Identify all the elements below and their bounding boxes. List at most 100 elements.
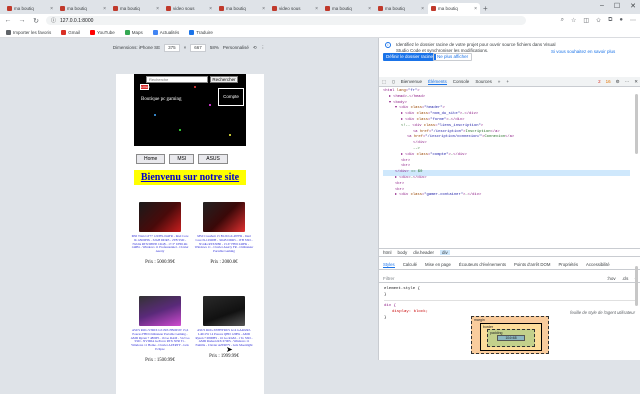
search-button[interactable]: Rechercher	[210, 76, 238, 83]
bookmark-item[interactable]: Traduire	[189, 29, 213, 35]
nav-link-msi[interactable]: MSI	[169, 154, 195, 164]
nav-link-home[interactable]: Home	[136, 154, 166, 164]
browser-tab[interactable]: ma boutiq ×	[4, 3, 56, 14]
tab-console[interactable]: Console	[453, 79, 470, 84]
browser-tab[interactable]: ma boutiq ×	[216, 3, 268, 14]
rotate-icon[interactable]: ⟲	[253, 45, 257, 51]
hov-toggle[interactable]: :hov	[607, 276, 616, 281]
split-icon[interactable]: ◫	[583, 17, 589, 24]
close-tab-icon[interactable]: ×	[50, 6, 53, 12]
new-tab-button[interactable]: +	[483, 4, 488, 13]
search-input[interactable]: Recherche	[146, 76, 208, 83]
browser-tab[interactable]: ma boutiq ×	[428, 3, 480, 14]
set-root-folder-button[interactable]: Définir le dossier racine	[383, 53, 437, 61]
maximize-icon[interactable]: ☐	[614, 2, 620, 10]
close-tab-icon[interactable]: ×	[103, 6, 106, 12]
bookmark-item[interactable]: Actualités	[152, 29, 179, 35]
favorites-icon[interactable]: ✩	[596, 17, 601, 24]
close-tab-icon[interactable]: ×	[315, 6, 318, 12]
minimize-icon[interactable]: –	[600, 2, 604, 10]
device-icon[interactable]: ▯	[392, 79, 394, 85]
laptop-image[interactable]	[203, 296, 245, 326]
close-tab-icon[interactable]: ×	[209, 6, 212, 12]
product-card[interactable]: ASUS ROG ZEPHYRUS G14 GA402RJ-L4011W 14 …	[194, 296, 254, 359]
warning-count[interactable]: 16	[606, 79, 611, 84]
styles-tab[interactable]: Accessibilité	[586, 262, 610, 267]
breadcrumb-item[interactable]: body	[398, 250, 408, 255]
profile-icon[interactable]: ●	[619, 17, 623, 24]
bookmark-item[interactable]: YouTube	[90, 29, 115, 35]
close-tab-icon[interactable]: ×	[421, 6, 424, 12]
menu-icon[interactable]: ⋯	[630, 17, 636, 24]
learn-more-link[interactable]: Si vous souhaitez en savoir plus	[551, 49, 615, 54]
dom-tree[interactable]: <html lang="fr"> ▸ <head>…</head> ▾ <body>…	[379, 88, 634, 246]
collections-icon[interactable]: ⧉	[608, 17, 612, 24]
dont-show-again-button[interactable]: Ne plus afficher	[433, 53, 473, 61]
close-tab-icon[interactable]: ×	[262, 6, 265, 12]
close-tab-icon[interactable]: ×	[474, 6, 477, 12]
styles-tab[interactable]: Calculé	[403, 262, 417, 267]
more-tabs-icon[interactable]: »	[498, 79, 501, 84]
bookmark-item[interactable]: Maps	[124, 29, 143, 35]
height-input[interactable]: 667	[190, 43, 206, 52]
bookmark-item[interactable]: Importer les favoris	[6, 29, 51, 35]
account-button[interactable]: Compte	[218, 88, 244, 106]
tab-elements[interactable]: Éléments	[428, 79, 447, 85]
breadcrumb-item[interactable]: div	[439, 250, 450, 255]
styles-tab[interactable]: Points d'arrêt DOM	[514, 262, 550, 267]
breadcrumb-item[interactable]: html	[383, 250, 392, 255]
settings-icon[interactable]: ⚙	[616, 79, 620, 85]
product-card[interactable]: MSI Crosshair 15 B12UGZ-487FR - Intel Co…	[194, 202, 254, 265]
browser-tab[interactable]: video sous ×	[269, 3, 321, 14]
browser-tab[interactable]: video sous ×	[163, 3, 215, 14]
cls-toggle[interactable]: .cls	[622, 276, 629, 281]
product-card[interactable]: MSI Titan GT77 12UHS-044FR - Intel Core …	[130, 202, 190, 265]
zoom-select[interactable]: 58%	[210, 45, 219, 50]
close-tab-icon[interactable]: ×	[156, 6, 159, 12]
filter-input[interactable]: Filtrer	[383, 276, 395, 281]
product-description[interactable]: ASUS ROG STRIX G513IE-HN065W 15,6 Pouces…	[130, 328, 190, 352]
back-icon[interactable]: ←	[4, 17, 12, 24]
laptop-image[interactable]	[203, 202, 245, 232]
styles-scrollbar[interactable]	[635, 266, 638, 306]
width-input[interactable]: 375	[164, 43, 180, 52]
styles-tab[interactable]: Écouteurs d'événements	[459, 262, 506, 267]
inspect-icon[interactable]: ⬚	[382, 79, 386, 85]
laptop-image[interactable]	[139, 296, 181, 326]
product-description[interactable]: MSI Crosshair 15 B12UGZ-487FR - Intel Co…	[194, 234, 254, 254]
tab-sources[interactable]: Sources	[475, 79, 492, 84]
close-tab-icon[interactable]: ×	[368, 6, 371, 12]
laptop-image[interactable]	[139, 202, 181, 232]
more-icon[interactable]: ⋮	[261, 45, 266, 51]
error-count[interactable]: 2	[598, 79, 601, 84]
browser-tab[interactable]: ma boutiq ×	[110, 3, 162, 14]
breadcrumb-item[interactable]: div.header	[413, 250, 434, 255]
styles-tab[interactable]: Styles	[383, 262, 395, 268]
add-tab-icon[interactable]: +	[506, 79, 509, 84]
info-icon[interactable]: ⓘ	[51, 17, 56, 24]
styles-tab[interactable]: Mise en page	[425, 262, 451, 267]
throttle-select[interactable]: Personnalisé	[223, 45, 249, 50]
star-icon[interactable]: ☆	[571, 17, 576, 24]
browser-tab[interactable]: ma boutiq ×	[57, 3, 109, 14]
styles-tab[interactable]: Propriétés	[558, 262, 578, 267]
bookmark-item[interactable]: Gmail	[61, 29, 80, 35]
browser-tab[interactable]: ma boutiq ×	[322, 3, 374, 14]
product-description[interactable]: MSI Titan GT77 12UHS-044FR - Intel Core …	[130, 234, 190, 254]
address-bar[interactable]: ⓘ 127.0.0.1:8000	[46, 16, 526, 25]
nav-link-asus[interactable]: ASUS	[198, 154, 228, 164]
close-window-icon[interactable]: ✕	[630, 2, 636, 10]
forward-icon[interactable]: →	[18, 17, 26, 24]
more-icon[interactable]: ⋯	[625, 79, 630, 85]
browser-tab[interactable]: ma boutiq ×	[375, 3, 427, 14]
dom-scrollbar[interactable]	[635, 94, 638, 154]
device-select[interactable]: Dimensions: iPhone SE	[113, 45, 160, 50]
site-logo[interactable]: LOGO	[140, 84, 150, 90]
product-card[interactable]: ASUS ROG STRIX G513IE-HN065W 15,6 Pouces…	[130, 296, 190, 363]
product-description[interactable]: ASUS ROG ZEPHYRUS G14 GA402RJ-L4011W 14 …	[194, 328, 254, 348]
close-devtools-icon[interactable]: ✕	[634, 79, 638, 85]
tab-welcome[interactable]: Bienvenue	[401, 79, 422, 84]
dom-node[interactable]: ▸ <div class="gamer-container">…</div>	[383, 193, 630, 199]
reload-icon[interactable]: ↻	[32, 17, 40, 25]
zoom-icon[interactable]: ⌕	[561, 17, 564, 24]
